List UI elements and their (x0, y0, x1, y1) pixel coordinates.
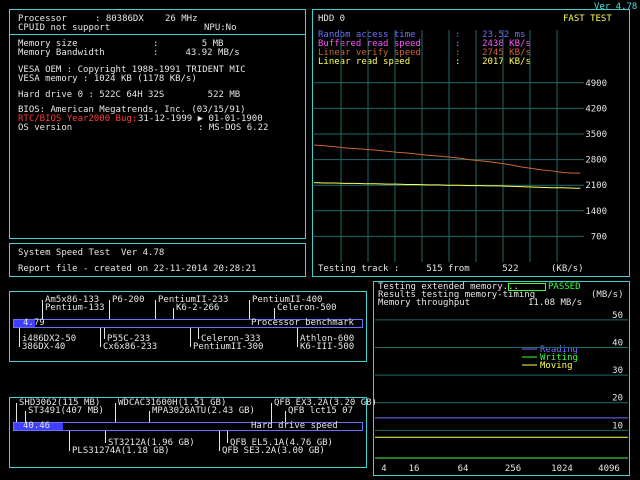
mem-x-tick-label: 64 (458, 464, 469, 474)
mem-y-tick-label: 10 (612, 421, 623, 431)
mem-x-tick-label: 16 (409, 464, 420, 474)
mem-x-tick-label: 4096 (598, 464, 620, 474)
mem-y-tick-label: 20 (612, 394, 623, 404)
mem-y-tick-label: 40 (612, 338, 623, 348)
mem-x-tick-label: 1024 (551, 464, 573, 474)
mem-y-tick-label: 30 (612, 366, 623, 376)
mem-x-tick-label: 256 (505, 464, 521, 474)
memory-chart: 10 20 30 40 50 4 16 64 256 1024 4096 (375, 311, 628, 474)
mem-x-tick-label: 4 (381, 464, 386, 474)
mem-y-tick-label: 50 (612, 311, 623, 321)
